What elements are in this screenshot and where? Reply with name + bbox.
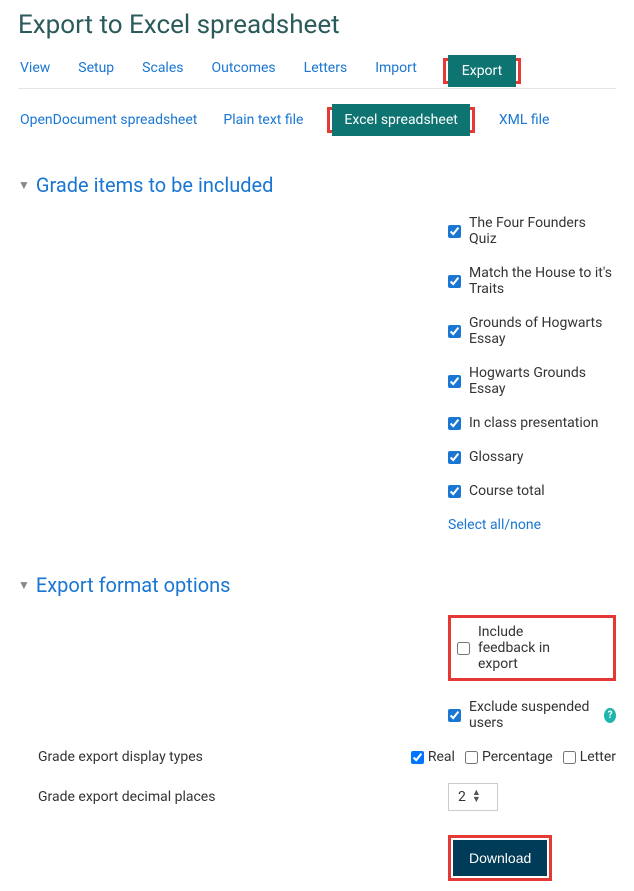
- real-label: Real: [428, 749, 455, 765]
- select-arrows-icon: ▲▼: [472, 790, 481, 804]
- select-all-none-link[interactable]: Select all/none: [448, 517, 541, 533]
- tab-scales[interactable]: Scales: [140, 54, 185, 88]
- page-title: Export to Excel spreadsheet: [18, 10, 616, 40]
- tab-setup[interactable]: Setup: [76, 54, 116, 88]
- grade-item-checkbox[interactable]: [448, 375, 461, 388]
- grade-item-row: Grounds of Hogwarts Essay: [448, 315, 616, 347]
- grade-item-label: Course total: [469, 483, 545, 499]
- percentage-checkbox[interactable]: [465, 751, 478, 764]
- include-feedback-checkbox[interactable]: [457, 642, 470, 655]
- grade-item-row: The Four Founders Quiz: [448, 215, 616, 247]
- real-checkbox[interactable]: [411, 751, 424, 764]
- top-tabs: View Setup Scales Outcomes Letters Impor…: [18, 54, 616, 89]
- highlight-include-feedback: Include feedback in export: [448, 615, 616, 681]
- sub-tabs: OpenDocument spreadsheet Plain text file…: [18, 107, 616, 133]
- grade-item-checkbox[interactable]: [448, 275, 461, 288]
- grade-item-row: Match the House to it's Traits: [448, 265, 616, 297]
- help-icon[interactable]: ?: [604, 708, 616, 723]
- highlight-excel-subtab: Excel spreadsheet: [327, 107, 474, 133]
- row-display-types: Grade export display types Real Percenta…: [18, 749, 616, 765]
- exclude-suspended-checkbox[interactable]: [448, 709, 461, 722]
- percentage-label: Percentage: [482, 749, 553, 765]
- grade-item-checkbox[interactable]: [448, 417, 461, 430]
- display-type-percentage: Percentage: [465, 749, 553, 765]
- subtab-excel[interactable]: Excel spreadsheet: [332, 104, 469, 136]
- grade-item-checkbox[interactable]: [448, 325, 461, 338]
- grade-items-title: Grade items to be included: [36, 173, 274, 197]
- tab-view[interactable]: View: [18, 54, 52, 88]
- decimal-places-label: Grade export decimal places: [18, 789, 448, 805]
- grade-item-label: The Four Founders Quiz: [469, 215, 616, 247]
- grade-item-checkbox[interactable]: [448, 485, 461, 498]
- letter-checkbox[interactable]: [563, 751, 576, 764]
- exclude-suspended-label: Exclude suspended users: [469, 699, 592, 731]
- grade-item-row: Glossary: [448, 449, 616, 465]
- grade-item-checkbox[interactable]: [448, 451, 461, 464]
- grade-item-row: In class presentation: [448, 415, 616, 431]
- decimal-places-select[interactable]: 2 ▲▼: [448, 783, 498, 811]
- section-export-format: ▼ Export format options Include feedback…: [18, 573, 616, 881]
- grade-item-label: Hogwarts Grounds Essay: [469, 365, 616, 397]
- tab-letters[interactable]: Letters: [302, 54, 350, 88]
- grade-item-label: Match the House to it's Traits: [469, 265, 616, 297]
- tab-export[interactable]: Export: [448, 55, 516, 87]
- row-include-feedback: Include feedback in export: [18, 615, 616, 681]
- chevron-down-icon: ▼: [18, 578, 30, 592]
- row-exclude-suspended: Exclude suspended users ?: [18, 699, 616, 731]
- grade-items-list: The Four Founders Quiz Match the House t…: [448, 215, 616, 533]
- letter-label: Letter: [580, 749, 616, 765]
- grade-item-checkbox[interactable]: [448, 225, 461, 238]
- subtab-plain-text[interactable]: Plain text file: [221, 108, 305, 132]
- tab-import[interactable]: Import: [373, 54, 419, 88]
- include-feedback-label: Include feedback in export: [478, 624, 571, 672]
- grade-item-label: Glossary: [469, 449, 523, 465]
- grade-item-row: Hogwarts Grounds Essay: [448, 365, 616, 397]
- subtab-xml[interactable]: XML file: [497, 108, 552, 132]
- download-button[interactable]: Download: [453, 840, 547, 876]
- grade-item-row: Course total: [448, 483, 616, 499]
- export-format-title: Export format options: [36, 573, 231, 597]
- section-header-grade-items[interactable]: ▼ Grade items to be included: [18, 173, 616, 197]
- highlight-download: Download: [448, 835, 552, 881]
- decimal-places-value: 2: [458, 789, 466, 805]
- display-type-letter: Letter: [563, 749, 616, 765]
- section-grade-items: ▼ Grade items to be included The Four Fo…: [18, 173, 616, 533]
- subtab-opendocument[interactable]: OpenDocument spreadsheet: [18, 108, 199, 132]
- row-decimal-places: Grade export decimal places 2 ▲▼: [18, 783, 616, 811]
- grade-item-label: In class presentation: [469, 415, 598, 431]
- tab-outcomes[interactable]: Outcomes: [209, 54, 277, 88]
- display-types-label: Grade export display types: [18, 749, 411, 765]
- chevron-down-icon: ▼: [18, 178, 30, 192]
- grade-item-label: Grounds of Hogwarts Essay: [469, 315, 616, 347]
- highlight-export-tab: Export: [443, 58, 521, 84]
- display-type-real: Real: [411, 749, 455, 765]
- section-header-export-format[interactable]: ▼ Export format options: [18, 573, 616, 597]
